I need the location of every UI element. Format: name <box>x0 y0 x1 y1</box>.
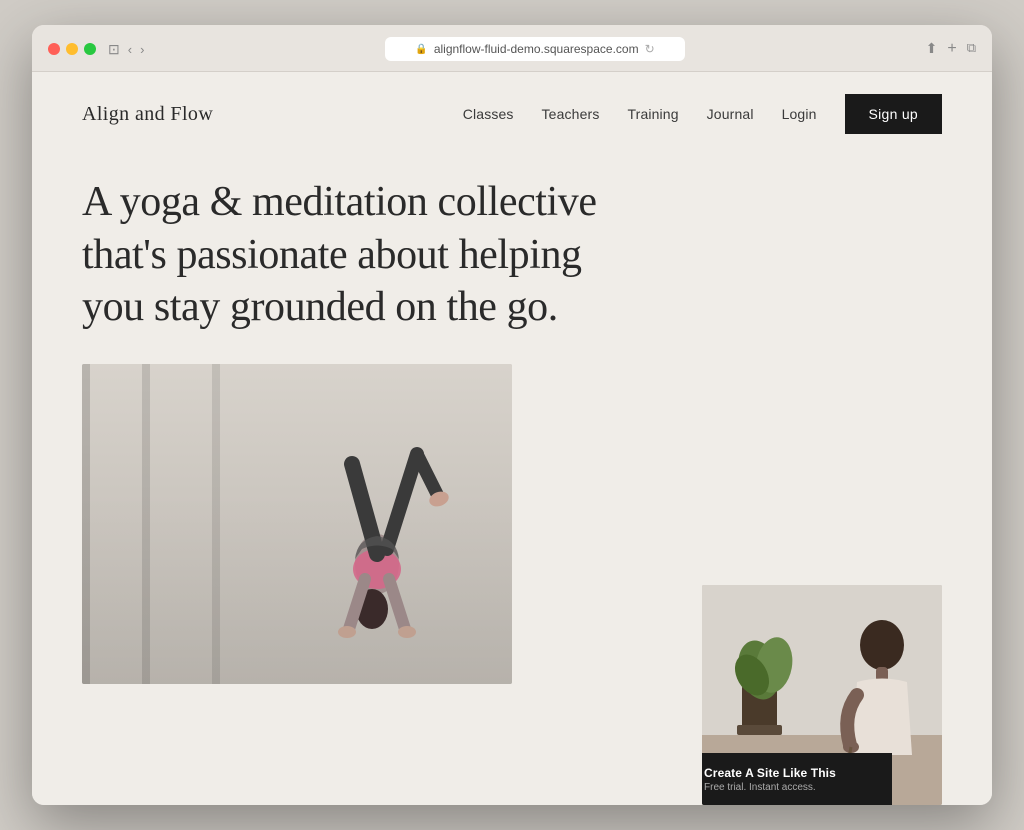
nav-link-training[interactable]: Training <box>627 106 678 122</box>
website-content: Align and Flow Classes Teachers Training… <box>32 72 992 805</box>
hero-title: A yoga & meditation collective that's pa… <box>82 176 642 334</box>
close-button[interactable] <box>48 43 60 55</box>
site-logo: Align and Flow <box>82 103 213 126</box>
browser-actions: ⬆ + ⧉ <box>926 40 976 58</box>
nav-links: Classes Teachers Training Journal Login … <box>463 94 942 134</box>
browser-chrome: ⊡ ‹ › 🔒 alignflow-fluid-demo.squarespace… <box>32 25 992 72</box>
nav-link-classes[interactable]: Classes <box>463 106 514 122</box>
fullscreen-button[interactable] <box>84 43 96 55</box>
forward-button[interactable]: › <box>140 42 144 57</box>
hero-section: A yoga & meditation collective that's pa… <box>32 156 992 364</box>
lock-icon: 🔒 <box>415 44 427 55</box>
address-bar[interactable]: 🔒 alignflow-fluid-demo.squarespace.com ↻ <box>156 37 913 61</box>
new-tab-icon[interactable]: + <box>947 40 956 58</box>
share-icon[interactable]: ⬆ <box>926 40 938 58</box>
site-nav: Align and Flow Classes Teachers Training… <box>32 72 992 156</box>
minimize-button[interactable] <box>66 43 78 55</box>
duplicate-icon[interactable]: ⧉ <box>967 40 976 58</box>
squarespace-badge-title: Create A Site Like This <box>704 766 836 780</box>
images-section: Create A Site Like This Free trial. Inst… <box>32 364 992 806</box>
back-button[interactable]: ‹ <box>128 42 132 57</box>
squarespace-badge[interactable]: Create A Site Like This Free trial. Inst… <box>702 753 892 805</box>
traffic-lights <box>48 43 96 55</box>
browser-controls: ⊡ ‹ › <box>108 41 144 58</box>
meditation-image: Create A Site Like This Free trial. Inst… <box>702 585 942 805</box>
yoga-figure-svg <box>277 364 477 684</box>
nav-link-teachers[interactable]: Teachers <box>542 106 600 122</box>
yoga-image <box>82 364 512 684</box>
reload-icon[interactable]: ↻ <box>645 42 655 56</box>
squarespace-badge-text: Create A Site Like This Free trial. Inst… <box>704 766 836 793</box>
nav-link-journal[interactable]: Journal <box>707 106 754 122</box>
yoga-image-content <box>82 364 512 684</box>
squarespace-badge-subtitle: Free trial. Instant access. <box>704 782 836 793</box>
url-text: alignflow-fluid-demo.squarespace.com <box>434 42 639 56</box>
browser-window: ⊡ ‹ › 🔒 alignflow-fluid-demo.squarespace… <box>32 25 992 805</box>
nav-link-login[interactable]: Login <box>782 106 817 122</box>
window-switcher-icon[interactable]: ⊡ <box>108 41 120 58</box>
signup-button[interactable]: Sign up <box>845 94 942 134</box>
